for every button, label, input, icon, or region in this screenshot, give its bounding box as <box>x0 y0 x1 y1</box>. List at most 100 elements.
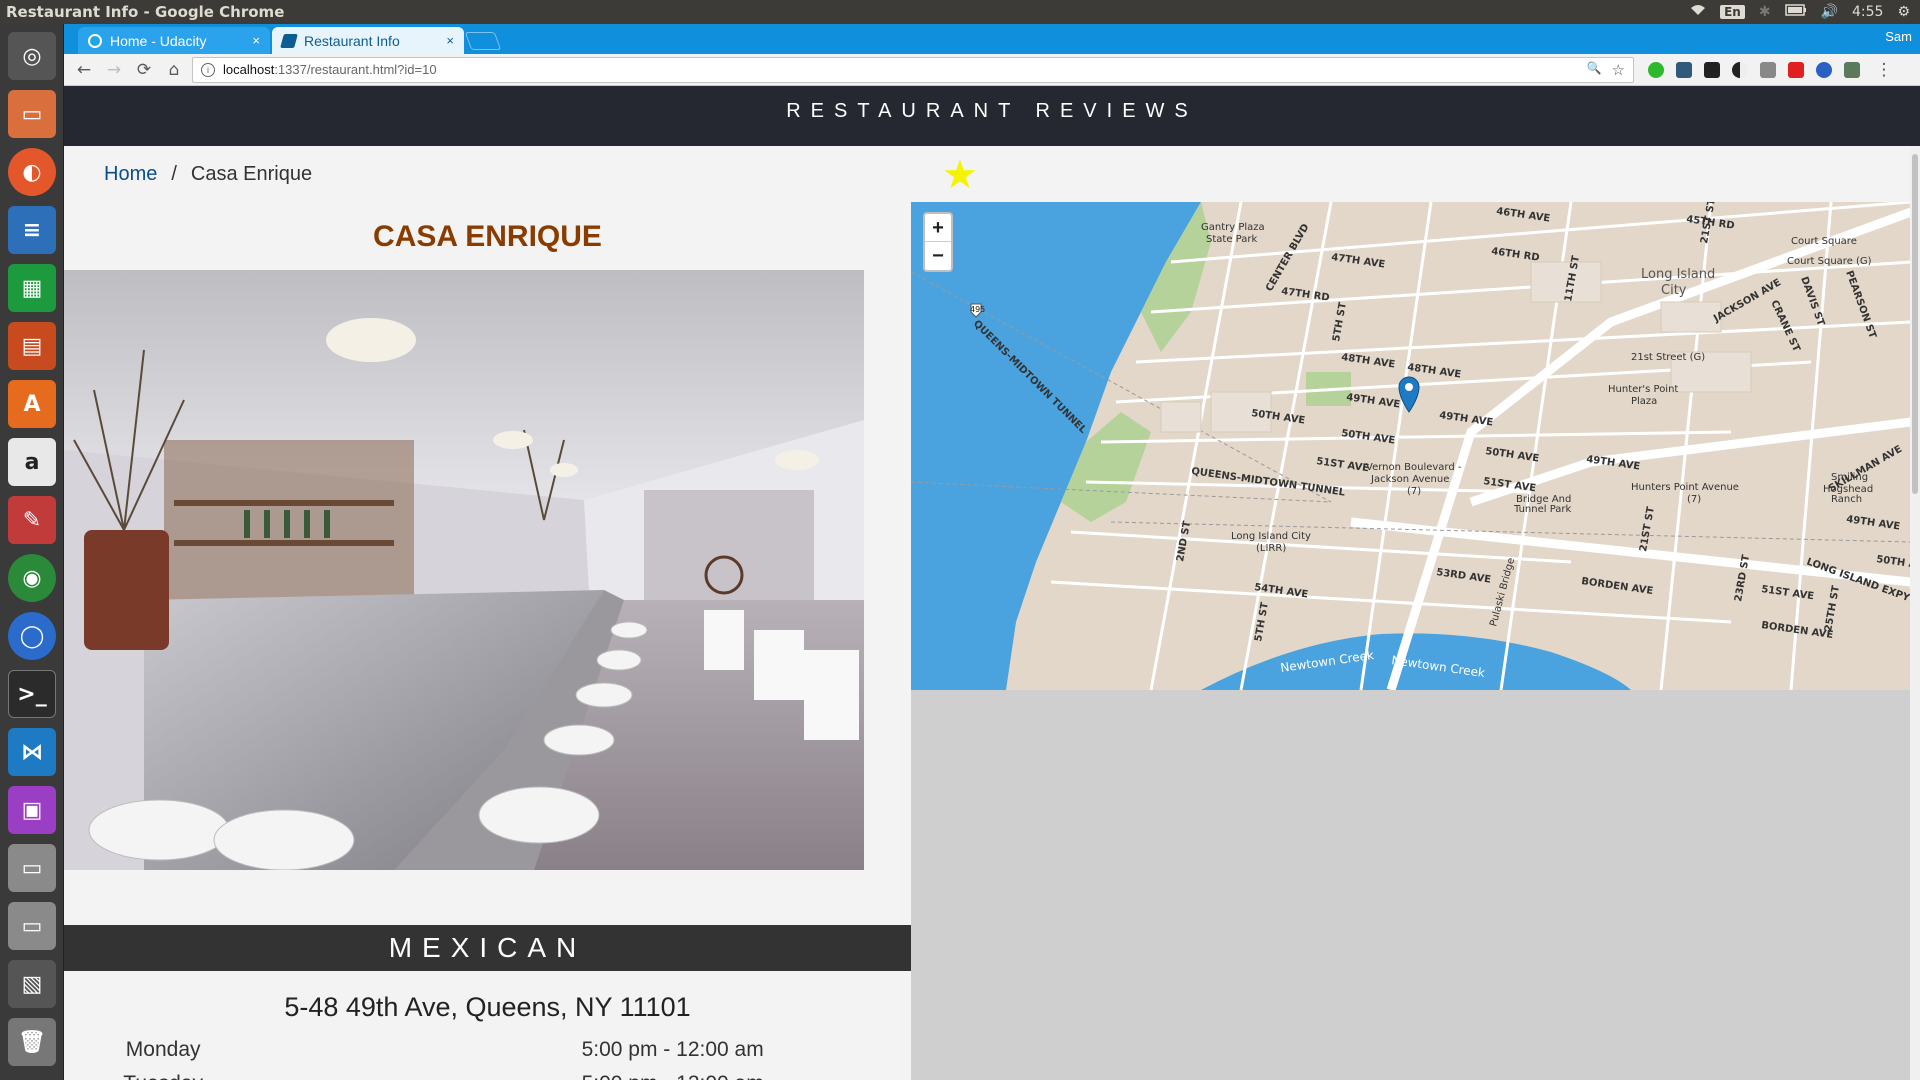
firefox-icon[interactable]: ◐ <box>8 148 56 196</box>
svg-text:Court Square (G): Court Square (G) <box>1787 256 1872 267</box>
drive-icon[interactable]: ▭ <box>8 844 56 892</box>
page-favicon-icon <box>280 33 298 48</box>
forward-button[interactable]: → <box>102 58 126 82</box>
svg-text:21st Street (G): 21st Street (G) <box>1631 352 1705 363</box>
amazon-icon[interactable]: a <box>8 438 56 486</box>
chrome-icon[interactable]: ◉ <box>8 554 56 602</box>
chrome-menu-button[interactable]: ⋮ <box>1872 58 1896 82</box>
page-content: RESTAURANT REVIEWS Home / Casa Enrique ★… <box>64 86 1920 1080</box>
impress-icon[interactable]: ▤ <box>8 322 56 370</box>
extension-icon-puzzle[interactable] <box>1844 61 1860 78</box>
keyboard-language-indicator[interactable]: En <box>1720 5 1745 19</box>
map-empty-area <box>911 690 1911 1080</box>
url-path: :1337/restaurant.html?id=10 <box>274 62 437 77</box>
restaurant-container: CASA ENRIQUE MEXICAN 5-48 49th Ave, Quee… <box>64 202 911 1080</box>
volume-icon[interactable]: 🔊 <box>1821 4 1838 20</box>
terminal-icon[interactable]: >_ <box>8 670 56 718</box>
window-title: Restaurant Info - Google Chrome <box>6 3 285 21</box>
hours-day: Monday <box>125 1038 201 1061</box>
software-center-icon[interactable]: A <box>8 380 56 428</box>
zoom-out-button[interactable]: − <box>925 242 951 270</box>
clock[interactable]: 4:55 <box>1852 4 1883 20</box>
launcher: ◎ ▭ ◐ ≡ ▦ ▤ A a ✎ ◉ ◯ >_ ⋈ ▣ ▭ ▭ ▧ 🗑 <box>0 24 64 1080</box>
chromium-icon[interactable]: ◯ <box>8 612 56 660</box>
map-zoom-control: + − <box>923 212 953 272</box>
restaurant-name: CASA ENRIQUE <box>373 220 602 253</box>
url-host: localhost <box>223 62 275 77</box>
extension-icon-contrast[interactable] <box>1732 61 1748 78</box>
svg-text:Tunnel Park: Tunnel Park <box>1513 504 1572 515</box>
gear-icon[interactable]: ⚙ <box>1897 4 1910 20</box>
bookmark-star-icon[interactable]: ☆ <box>1612 61 1625 79</box>
trash-icon[interactable]: 🗑 <box>8 1018 56 1066</box>
restaurant-cuisine: MEXICAN <box>64 925 911 971</box>
zoom-icon[interactable]: 🔍 <box>1587 61 1602 79</box>
extension-icon-blue[interactable] <box>1676 61 1692 78</box>
bluetooth-icon[interactable]: ✱ <box>1759 4 1771 20</box>
extension-icon-w[interactable] <box>1816 61 1832 78</box>
scrollbar-thumb[interactable] <box>1912 154 1918 494</box>
hours-time: 5:00 pm - 12:00 am <box>434 1072 911 1080</box>
tab-label: Restaurant Info <box>304 32 400 49</box>
window-switcher-icon[interactable]: ▧ <box>8 960 56 1008</box>
calc-icon[interactable]: ▦ <box>8 264 56 312</box>
breadcrumb-separator: / <box>171 162 177 185</box>
breadcrumb-home-link[interactable]: Home <box>104 163 157 186</box>
wifi-icon[interactable] <box>1690 4 1706 20</box>
drive-icon-2[interactable]: ▭ <box>8 902 56 950</box>
svg-text:Court Square: Court Square <box>1791 236 1857 247</box>
profile-button[interactable]: Sam <box>1885 29 1912 44</box>
breadcrumb: Home / Casa Enrique ★ <box>64 146 1920 202</box>
svg-text:Jackson Avenue: Jackson Avenue <box>1370 474 1449 485</box>
svg-text:Gantry Plaza: Gantry Plaza <box>1201 222 1265 233</box>
svg-text:(7): (7) <box>1687 494 1701 505</box>
tab-strip: Home - Udacity × Restaurant Info × Sam <box>64 24 1920 54</box>
svg-text:(7): (7) <box>1407 486 1421 497</box>
back-button[interactable]: ← <box>72 58 96 82</box>
files-icon[interactable]: ▭ <box>8 90 56 138</box>
zoom-in-button[interactable]: + <box>925 214 951 242</box>
os-top-panel: Restaurant Info - Google Chrome En ✱ 🔊 4… <box>0 0 1920 24</box>
tab-label: Home - Udacity <box>110 32 207 49</box>
svg-text:495: 495 <box>970 305 985 314</box>
extension-icon-red[interactable] <box>1788 61 1804 78</box>
address-bar[interactable]: i localhost :1337/restaurant.html?id=10 … <box>192 56 1634 83</box>
tab-restaurant-info[interactable]: Restaurant Info × <box>272 27 464 54</box>
reload-button[interactable]: ⟳ <box>132 58 156 82</box>
hours-day: Tuesday <box>64 1072 262 1080</box>
workspace-icon[interactable]: ▣ <box>8 786 56 834</box>
tab-home-udacity[interactable]: Home - Udacity × <box>78 27 270 54</box>
system-tray: En ✱ 🔊 4:55 ⚙ <box>1690 4 1920 20</box>
favorite-star-icon[interactable]: ★ <box>942 152 978 198</box>
hours-time: 5:00 pm - 12:00 am <box>581 1038 764 1061</box>
svg-text:Smiling: Smiling <box>1831 472 1868 483</box>
udacity-favicon-icon <box>88 33 102 48</box>
svg-text:Hunters Point Avenue: Hunters Point Avenue <box>1631 482 1739 493</box>
tab-close-icon[interactable]: × <box>446 33 454 48</box>
settings-icon[interactable]: ✎ <box>8 496 56 544</box>
site-title[interactable]: RESTAURANT REVIEWS <box>786 100 1198 122</box>
battery-icon[interactable] <box>1784 4 1807 20</box>
svg-text:Ranch: Ranch <box>1831 494 1862 505</box>
extension-icon-green[interactable] <box>1648 61 1664 78</box>
ubuntu-dash-icon[interactable]: ◎ <box>8 32 56 80</box>
info-icon[interactable]: i <box>201 62 215 77</box>
new-tab-button[interactable] <box>464 32 502 50</box>
hours-row: Monday 5:00 pm - 12:00 am <box>64 1038 911 1072</box>
svg-text:Plaza: Plaza <box>1631 396 1657 407</box>
svg-text:Vernon Boulevard -: Vernon Boulevard - <box>1366 462 1462 473</box>
home-button[interactable]: ⌂ <box>162 58 186 82</box>
page-scrollbar[interactable] <box>1910 146 1920 1080</box>
hours-row: Tuesday 5:00 pm - 12:00 am <box>64 1072 911 1080</box>
browser-toolbar: ← → ⟳ ⌂ i localhost :1337/restaurant.htm… <box>64 54 1920 86</box>
extension-icon-camera[interactable] <box>1704 61 1720 78</box>
svg-text:Long Island: Long Island <box>1641 267 1715 282</box>
vscode-icon[interactable]: ⋈ <box>8 728 56 776</box>
map[interactable]: Gantry Plaza State Park 46TH AVE 45TH RD … <box>911 202 1911 690</box>
browser-window: Home - Udacity × Restaurant Info × Sam ←… <box>64 24 1920 1080</box>
writer-icon[interactable]: ≡ <box>8 206 56 254</box>
extension-icon-eyedropper[interactable] <box>1760 61 1776 78</box>
breadcrumb-current: Casa Enrique <box>190 162 313 185</box>
svg-text:Long Island City: Long Island City <box>1231 531 1311 542</box>
tab-close-icon[interactable]: × <box>252 33 260 48</box>
